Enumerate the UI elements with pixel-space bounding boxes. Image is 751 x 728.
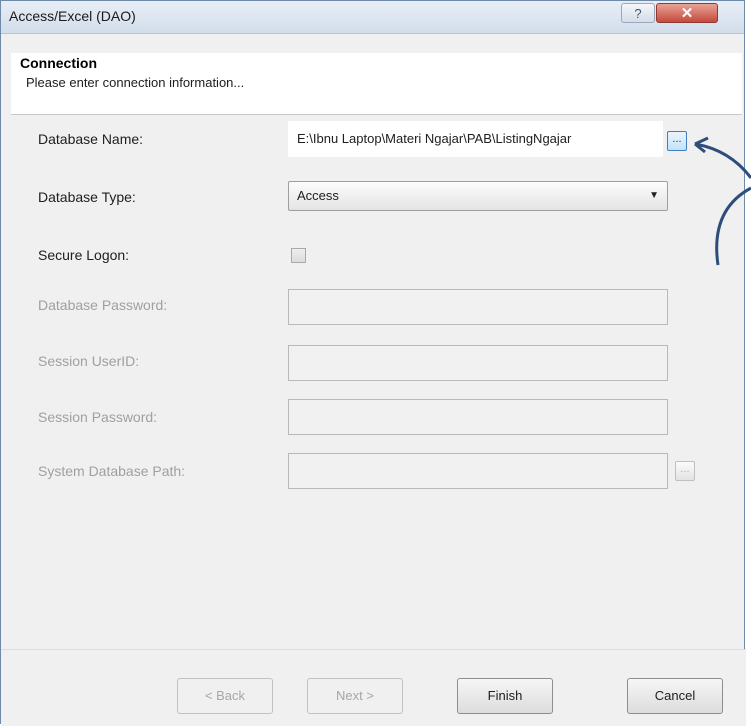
database-type-label: Database Type:: [38, 189, 136, 205]
database-type-select[interactable]: Access ▼: [288, 181, 668, 211]
finish-button[interactable]: Finish: [457, 678, 553, 714]
wizard-header: Connection Please enter connection infor…: [11, 53, 742, 115]
database-name-label: Database Name:: [38, 131, 144, 147]
session-userid-label: Session UserID:: [38, 353, 140, 369]
next-button[interactable]: Next >: [307, 678, 403, 714]
database-type-value: Access: [297, 188, 339, 203]
system-database-path-browse-button[interactable]: ...: [675, 461, 695, 481]
database-name-input[interactable]: E:\Ibnu Laptop\Materi Ngajar\PAB\Listing…: [288, 121, 663, 157]
title-bar: Access/Excel (DAO) ? ✕: [1, 1, 744, 34]
database-password-field[interactable]: [288, 289, 668, 325]
secure-logon-label: Secure Logon:: [38, 247, 130, 263]
annotation-circle-arc: [715, 186, 751, 266]
system-database-path-field[interactable]: [288, 453, 668, 489]
session-password-field[interactable]: [288, 399, 668, 435]
annotation-arrow: [694, 136, 751, 266]
page-title: Connection: [20, 55, 97, 71]
wizard-footer: < Back Next > Finish Cancel: [1, 649, 746, 726]
cancel-button[interactable]: Cancel: [627, 678, 723, 714]
secure-logon-checkbox[interactable]: [291, 248, 306, 263]
window-title: Access/Excel (DAO): [9, 8, 136, 24]
system-database-path-label: System Database Path:: [38, 463, 186, 479]
chevron-down-icon: ▼: [649, 190, 659, 201]
session-userid-field[interactable]: [288, 345, 668, 381]
database-password-label: Database Password:: [38, 297, 168, 313]
database-name-browse-button[interactable]: ...: [667, 131, 687, 151]
help-button[interactable]: ?: [621, 3, 655, 23]
back-button[interactable]: < Back: [177, 678, 273, 714]
connection-dialog: Access/Excel (DAO) ? ✕ Connection Please…: [0, 0, 746, 726]
session-password-label: Session Password:: [38, 409, 158, 425]
page-subtitle: Please enter connection information...: [26, 75, 245, 90]
close-button[interactable]: ✕: [656, 3, 718, 23]
